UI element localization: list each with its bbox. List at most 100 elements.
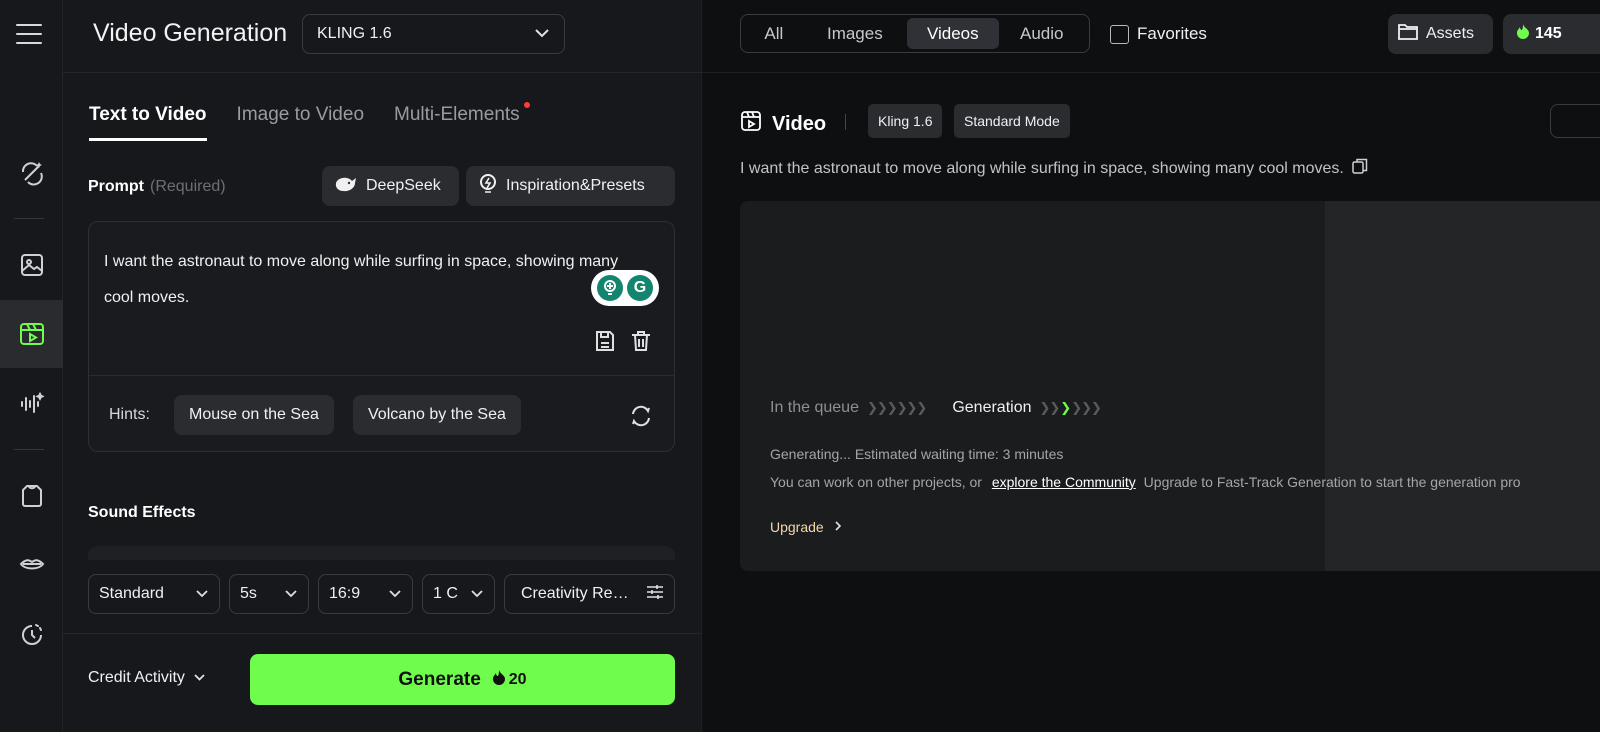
queue-label: In the queue <box>770 399 859 416</box>
results-header: All Images Videos Audio Favorites Assets… <box>702 0 1600 73</box>
generation-arrows-icon: ❯❯ ❯ ❯❯❯ <box>1039 400 1102 415</box>
assets-label: Assets <box>1426 25 1475 42</box>
sound-effects-label: Sound Effects <box>88 504 196 521</box>
results-panel: All Images Videos Audio Favorites Assets… <box>702 0 1600 732</box>
inspiration-presets-label: Inspiration&Presets <box>506 177 645 194</box>
prompt-required-text: (Required) <box>150 178 226 195</box>
sound-effects-panel <box>88 546 675 560</box>
favorites-label: Favorites <box>1137 24 1207 43</box>
chevron-down-icon <box>534 25 550 43</box>
result-title-text: Video <box>772 112 827 135</box>
prompt-label-text: Prompt <box>88 178 144 195</box>
mode-tag: Standard Mode <box>954 104 1070 138</box>
save-prompt-icon[interactable] <box>594 329 616 358</box>
aspect-ratio-value: 16:9 <box>329 585 361 602</box>
work-text: You can work on other projects, or <box>770 474 982 490</box>
prompt-textarea[interactable]: I want the astronaut to move along while… <box>104 244 644 316</box>
image-icon[interactable] <box>0 237 63 293</box>
flame-icon <box>492 669 505 690</box>
sliders-icon <box>640 584 664 605</box>
history-icon[interactable] <box>0 607 63 663</box>
footer-divider <box>63 633 702 634</box>
panel-header: Video Generation KLING 1.6 <box>63 0 702 73</box>
generation-label: Generation <box>952 399 1032 416</box>
generate-cost: 20 <box>492 669 527 690</box>
prompt-actions <box>594 329 652 358</box>
favorites-checkbox[interactable] <box>1110 24 1129 44</box>
credits-value: 145 <box>1535 25 1562 42</box>
chevron-down-icon <box>278 585 298 603</box>
model-tag: Kling 1.6 <box>868 104 943 138</box>
generate-label: Generate <box>398 668 481 690</box>
model-select-value: KLING 1.6 <box>317 25 392 42</box>
lips-icon[interactable] <box>0 537 63 593</box>
creativity-settings-button[interactable]: Creativity Re… <box>504 574 675 614</box>
result-prompt: I want the astronaut to move along while… <box>740 158 1368 179</box>
explore-community-link[interactable]: explore the Community <box>992 474 1136 490</box>
menu-icon[interactable] <box>16 24 42 44</box>
result-prompt-text: I want the astronaut to move along while… <box>740 159 1344 177</box>
generate-button[interactable]: Generate 20 <box>250 654 675 705</box>
preview-shade <box>1325 201 1600 571</box>
tab-image-to-video[interactable]: Image to Video <box>237 104 364 141</box>
credit-activity-dropdown[interactable]: Credit Activity <box>88 669 206 687</box>
video-icon <box>740 110 762 138</box>
audio-icon[interactable] <box>0 376 63 432</box>
upgrade-link[interactable]: Upgrade <box>770 519 842 535</box>
page-title: Video Generation <box>93 19 288 47</box>
credits-balance[interactable]: 145 <box>1503 14 1600 54</box>
grammarly-widget[interactable]: G <box>591 270 659 306</box>
folder-icon <box>1398 23 1418 45</box>
grammarly-bulb-icon[interactable] <box>597 275 623 301</box>
hints-label: Hints: <box>109 406 150 423</box>
video-icon[interactable] <box>0 300 63 368</box>
chevron-right-icon <box>834 519 842 535</box>
tab-multi-elements-label: Multi-Elements <box>394 104 520 125</box>
aspect-ratio-select[interactable]: 16:9 <box>318 574 413 614</box>
duration-select[interactable]: 5s <box>229 574 309 614</box>
copy-icon[interactable] <box>1352 158 1368 179</box>
outfit-icon[interactable] <box>0 468 63 524</box>
assets-button[interactable]: Assets <box>1388 14 1493 54</box>
new-badge-dot <box>523 102 530 108</box>
credit-activity-label: Credit Activity <box>88 669 185 686</box>
inspiration-presets-button[interactable]: Inspiration&Presets <box>466 166 675 206</box>
chevron-down-icon <box>193 669 206 687</box>
mode-tabs: Text to Video Image to Video Multi-Eleme… <box>89 102 530 141</box>
upgrade-label: Upgrade <box>770 519 824 535</box>
prompt-label: Prompt (Required) <box>88 178 226 196</box>
rail-divider <box>14 218 44 219</box>
output-count-value: 1 C <box>433 585 458 602</box>
fasttrack-text: Upgrade to Fast-Track Generation to star… <box>1143 474 1521 490</box>
hint-chip[interactable]: Volcano by the Sea <box>353 395 521 435</box>
tab-text-to-video[interactable]: Text to Video <box>89 104 207 141</box>
refresh-hints-icon[interactable] <box>629 404 653 433</box>
model-select[interactable]: KLING 1.6 <box>302 14 565 54</box>
waiting-time-text: Generating... Estimated waiting time: 3 … <box>770 446 1064 462</box>
quality-select[interactable]: Standard <box>88 574 220 614</box>
community-hint: You can work on other projects, or explo… <box>770 474 1521 490</box>
filter-videos[interactable]: Videos <box>907 18 999 49</box>
whale-icon <box>334 175 358 198</box>
delete-prompt-icon[interactable] <box>630 329 652 358</box>
tab-multi-elements[interactable]: Multi-Elements <box>394 102 530 141</box>
edit-button[interactable] <box>1550 104 1600 138</box>
lightbulb-bolt-icon <box>478 173 498 200</box>
grammarly-g-icon[interactable]: G <box>627 275 653 301</box>
magic-icon[interactable] <box>0 145 63 201</box>
favorites-toggle[interactable]: Favorites <box>1110 24 1207 44</box>
result-title: Video <box>740 110 826 138</box>
deepseek-label: DeepSeek <box>366 177 441 194</box>
generate-cost-value: 20 <box>508 670 527 688</box>
filter-all[interactable]: All <box>745 18 803 49</box>
media-filter: All Images Videos Audio <box>740 14 1090 53</box>
flame-icon <box>1517 24 1529 44</box>
deepseek-button[interactable]: DeepSeek <box>322 166 459 206</box>
video-preview-card: In the queue ❯❯❯❯❯❯ Generation ❯❯ ❯ ❯❯❯ Ge… <box>740 201 1600 571</box>
duration-value: 5s <box>240 585 257 602</box>
hint-chip[interactable]: Mouse on the Sea <box>174 395 334 435</box>
generation-panel: Video Generation KLING 1.6 Text to Video… <box>63 0 702 732</box>
output-count-select[interactable]: 1 C <box>422 574 495 614</box>
filter-audio[interactable]: Audio <box>999 18 1085 49</box>
filter-images[interactable]: Images <box>803 18 907 49</box>
